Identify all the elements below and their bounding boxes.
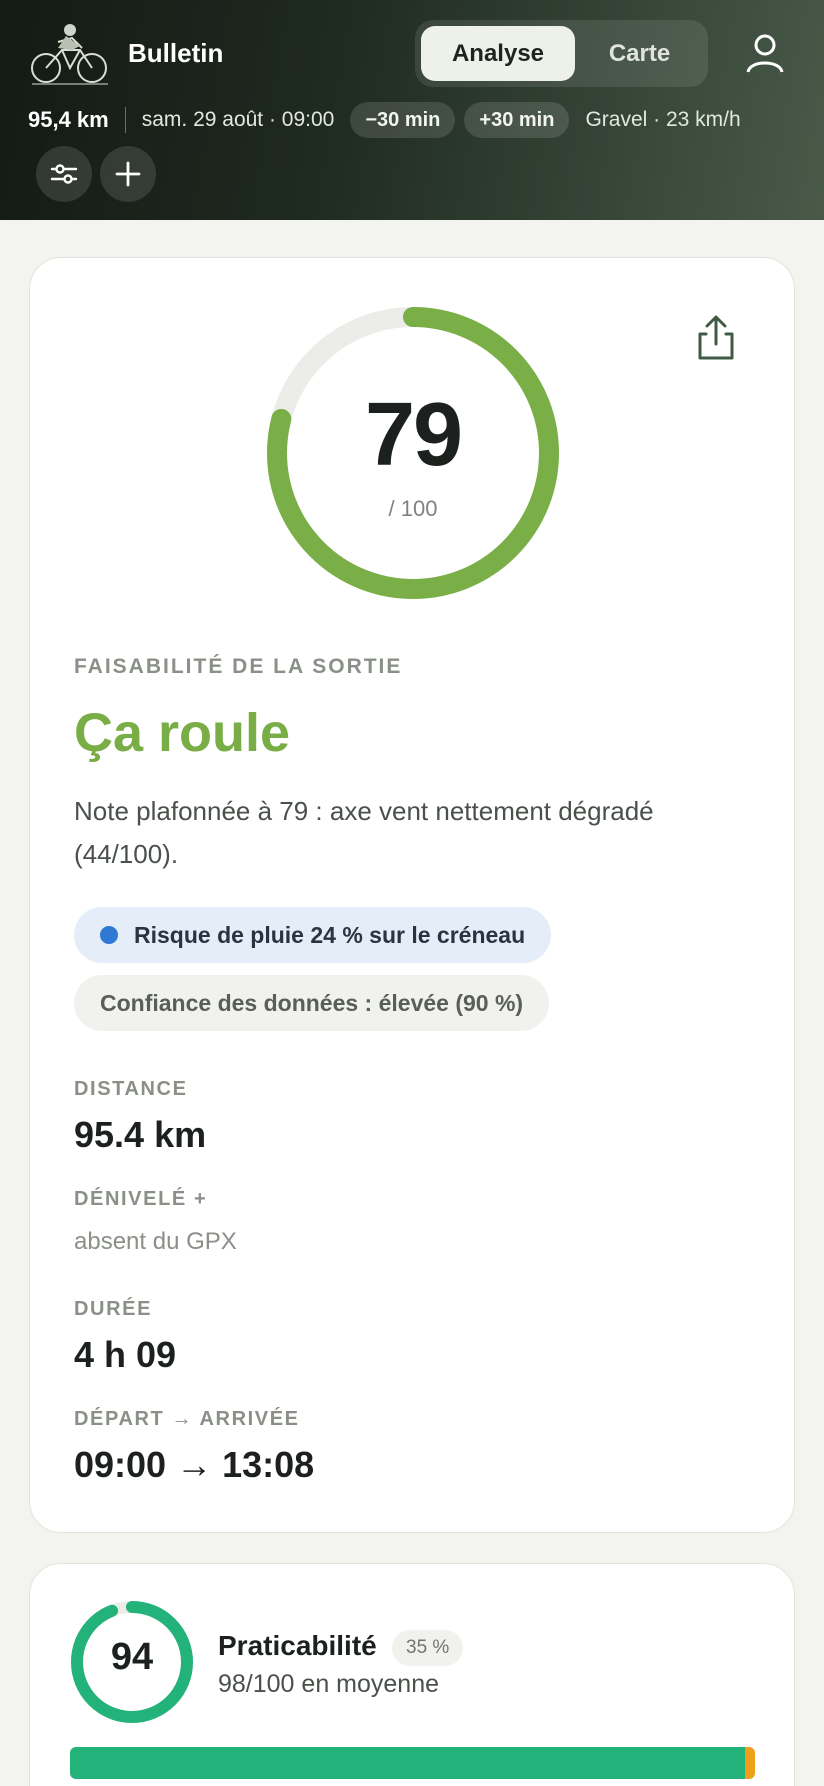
tab-analyse[interactable]: Analyse <box>421 26 575 81</box>
rain-risk-text: Risque de pluie 24 % sur le créneau <box>134 921 526 948</box>
stat-value-duration: 4 h 09 <box>74 1334 177 1375</box>
verdict-title: Ça roule <box>74 703 291 763</box>
praticabilite-score: 94 <box>110 1636 154 1678</box>
score-value: 79 <box>364 385 463 485</box>
praticabilite-card[interactable]: 94 Praticabilité 35 % 98/100 en moyenne <box>29 1563 795 1786</box>
tab-carte[interactable]: Carte <box>577 26 702 81</box>
stat-value-elevation: absent du GPX <box>74 1228 237 1255</box>
rain-dot-icon <box>100 926 118 944</box>
stat-label-duration: DURÉE <box>74 1298 153 1320</box>
departure-datetime[interactable]: sam. 29 août · 09:00 <box>142 108 335 132</box>
confidence-chip: Confiance des données : élevée (90 %) <box>74 975 550 1031</box>
verdict-note: Note plafonnée à 79 : axe vent nettement… <box>74 796 654 869</box>
shift-later-button[interactable]: +30 min <box>464 102 570 138</box>
praticabilite-bar-warn <box>744 1747 755 1779</box>
score-max: / 100 <box>388 496 438 521</box>
praticabilite-bar <box>70 1747 755 1779</box>
add-button[interactable] <box>100 146 156 202</box>
divider <box>124 107 126 133</box>
praticabilite-title: Praticabilité <box>218 1630 377 1661</box>
praticabilite-bar-good <box>70 1747 745 1779</box>
app-title: Bulletin <box>128 38 224 68</box>
feasibility-card: 79 / 100 FAISABILITÉ DE LA SORTIE Ça rou… <box>29 257 795 1533</box>
stat-value-distance: 95.4 km <box>74 1114 207 1155</box>
shift-earlier-button[interactable]: −30 min <box>350 102 456 138</box>
view-switcher: Analyse Carte <box>415 20 708 87</box>
plus-icon <box>115 161 141 187</box>
confidence-text: Confiance des données : élevée (90 %) <box>100 989 524 1016</box>
settings-button[interactable] <box>36 146 92 202</box>
stat-label-elevation: DÉNIVELÉ + <box>74 1188 208 1210</box>
rain-risk-chip: Risque de pluie 24 % sur le créneau <box>74 907 552 963</box>
sliders-icon <box>50 164 78 184</box>
stat-label-distance: DISTANCE <box>74 1078 188 1100</box>
feasibility-label: FAISABILITÉ DE LA SORTIE <box>74 655 403 678</box>
praticabilite-weight-badge: 35 % <box>392 1630 464 1666</box>
praticabilite-subtitle: 98/100 en moyenne <box>218 1670 440 1698</box>
top-header: Bulletin Analyse Carte 95,4 km sam. 29 a… <box>0 0 824 220</box>
user-icon[interactable] <box>742 30 788 76</box>
ride-profile[interactable]: Gravel · 23 km/h <box>585 108 740 132</box>
stat-value-schedule: 09:00 → 13:08 <box>74 1444 315 1485</box>
route-distance: 95,4 km <box>28 107 109 132</box>
cyclist-logo[interactable] <box>28 20 112 86</box>
share-icon[interactable] <box>694 314 738 362</box>
stat-label-schedule: DÉPART → ARRIVÉE <box>74 1408 300 1430</box>
ride-meta-row: 95,4 km sam. 29 août · 09:00 −30 min +30… <box>28 100 741 140</box>
